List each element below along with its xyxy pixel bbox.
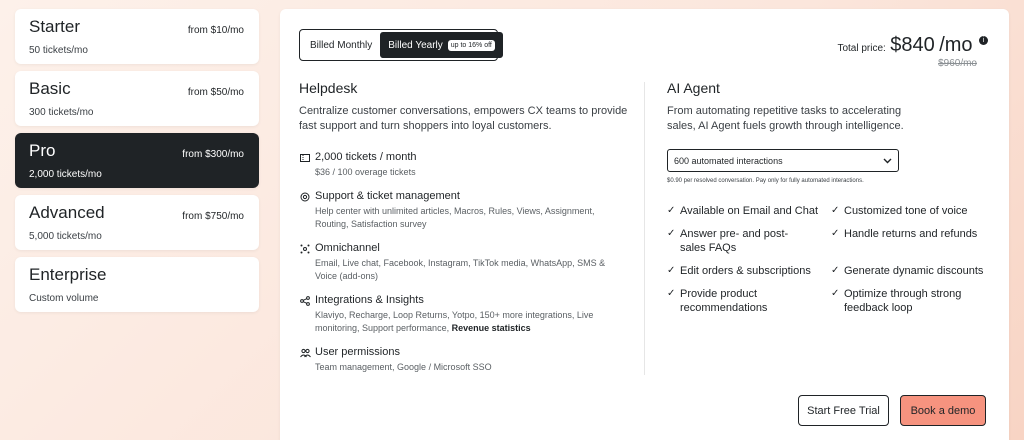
ai-feature-item: ✓ Answer pre- and post-sales FAQs (667, 227, 795, 255)
feature-desc: Klaviyo, Recharge, Loop Returns, Yotpo, … (315, 309, 619, 335)
interactions-select[interactable]: 600 automated interactions (667, 149, 899, 172)
check-icon: ✓ (667, 228, 676, 239)
plan-volume: 2,000 tickets/mo (29, 169, 102, 180)
plan-card-pro[interactable]: Pro from $300/mo 2,000 tickets/mo (15, 133, 259, 188)
plan-price: from $10/mo (187, 25, 244, 36)
share-icon (299, 295, 311, 307)
ai-agent-description: From automating repetitive tasks to acce… (667, 105, 904, 132)
feature-desc: Help center with unlimited articles, Mac… (315, 206, 595, 229)
feature-title: Support & ticket management (315, 190, 460, 202)
plan-name: Advanced (29, 203, 105, 222)
feature-integrations: Integrations & Insights Klaviyo, Recharg… (299, 294, 619, 335)
feature-title: Integrations & Insights (315, 294, 424, 306)
ai-feature-item: ✓ Handle returns and refunds (831, 227, 991, 241)
ai-feature-item: ✓ Edit orders & subscriptions (667, 264, 827, 278)
book-demo-button[interactable]: Book a demo (900, 395, 986, 426)
plan-volume: 5,000 tickets/mo (29, 231, 102, 242)
check-icon: ✓ (831, 288, 840, 299)
check-icon: ✓ (667, 288, 676, 299)
billing-toggle: Billed Monthly Billed Yearly up to 16% o… (299, 29, 503, 61)
helpdesk-title: Helpdesk (299, 80, 358, 96)
lifebuoy-icon (299, 191, 311, 203)
plan-price: from $300/mo (182, 149, 244, 160)
users-icon (299, 347, 311, 359)
total-price-unit: /mo (939, 34, 973, 56)
plan-price: from $750/mo (182, 211, 244, 222)
feature-desc: Email, Live chat, Facebook, Instagram, T… (315, 258, 606, 281)
feature-title: 2,000 tickets / month (315, 151, 417, 163)
ai-feature-text: Handle returns and refunds (844, 228, 978, 240)
column-divider (644, 82, 645, 375)
helpdesk-description: Centralize customer conversations, empow… (299, 105, 628, 132)
plan-card-basic[interactable]: Basic from $50/mo 300 tickets/mo (15, 71, 259, 126)
billed-yearly-label: Billed Yearly (388, 39, 443, 51)
plan-name: Starter (29, 17, 81, 36)
plan-price: from $50/mo (187, 87, 244, 98)
plan-card-advanced[interactable]: Advanced from $750/mo 5,000 tickets/mo (15, 195, 259, 250)
ai-feature-text: Provide product recommendations (680, 288, 768, 314)
check-icon: ✓ (667, 265, 676, 276)
info-icon[interactable]: i (979, 36, 988, 45)
check-icon: ✓ (831, 265, 840, 276)
ai-feature-item: ✓ Customized tone of voice (831, 204, 991, 218)
check-icon: ✓ (831, 205, 840, 216)
ai-feature-item: ✓ Provide product recommendations (667, 287, 787, 315)
discount-badge: up to 16% off (447, 39, 495, 51)
ticket-icon (299, 152, 311, 164)
feature-desc: Team management, Google / Microsoft SSO (315, 362, 492, 372)
plan-volume: 300 tickets/mo (29, 107, 94, 118)
total-price-amount: $840 (890, 34, 935, 56)
plan-volume: 50 tickets/mo (29, 45, 88, 56)
check-icon: ✓ (667, 205, 676, 216)
ai-feature-text: Generate dynamic discounts (844, 265, 984, 277)
total-price: Total price: $840 /mo i $960/mo (837, 34, 988, 69)
ai-feature-item: ✓ Available on Email and Chat (667, 204, 827, 218)
chevron-down-icon (883, 156, 892, 166)
feature-desc-bold: Revenue statistics (451, 323, 531, 333)
ai-feature-text: Customized tone of voice (844, 205, 968, 217)
billed-yearly-option[interactable]: Billed Yearly up to 16% off (380, 32, 503, 58)
ai-feature-text: Available on Email and Chat (680, 205, 818, 217)
feature-title: Omnichannel (315, 242, 380, 254)
plan-card-enterprise[interactable]: Enterprise Custom volume (15, 257, 259, 312)
plan-volume: Custom volume (29, 293, 99, 304)
ai-feature-text: Optimize through strong feedback loop (844, 288, 962, 314)
feature-permissions: User permissions Team management, Google… (299, 346, 619, 374)
ai-feature-text: Answer pre- and post-sales FAQs (680, 228, 789, 254)
start-free-trial-button[interactable]: Start Free Trial (798, 395, 889, 426)
plan-details-panel: Billed Monthly Billed Yearly up to 16% o… (280, 9, 1009, 440)
plan-card-starter[interactable]: Starter from $10/mo 50 tickets/mo (15, 9, 259, 64)
ai-feature-item: ✓ Optimize through strong feedback loop (831, 287, 976, 315)
interactions-note: $0.90 per resolved conversation. Pay onl… (667, 178, 864, 184)
ai-agent-title: AI Agent (667, 80, 720, 96)
plan-name: Enterprise (29, 265, 107, 284)
plan-name: Pro (29, 141, 56, 160)
ai-feature-item: ✓ Generate dynamic discounts (831, 264, 991, 278)
feature-omnichannel: Omnichannel Email, Live chat, Facebook, … (299, 242, 619, 283)
check-icon: ✓ (831, 228, 840, 239)
feature-title: User permissions (315, 346, 400, 358)
original-price: $960/mo (938, 58, 977, 69)
network-icon (299, 243, 311, 255)
billed-monthly-option[interactable]: Billed Monthly (302, 32, 380, 58)
feature-support: Support & ticket management Help center … (299, 190, 619, 231)
feature-tickets: 2,000 tickets / month $36 / 100 overage … (299, 151, 619, 179)
ai-feature-text: Edit orders & subscriptions (680, 265, 811, 277)
feature-desc: $36 / 100 overage tickets (315, 167, 416, 177)
total-price-label: Total price: (837, 43, 886, 54)
plan-name: Basic (29, 79, 71, 98)
interactions-select-value: 600 automated interactions (674, 155, 783, 166)
